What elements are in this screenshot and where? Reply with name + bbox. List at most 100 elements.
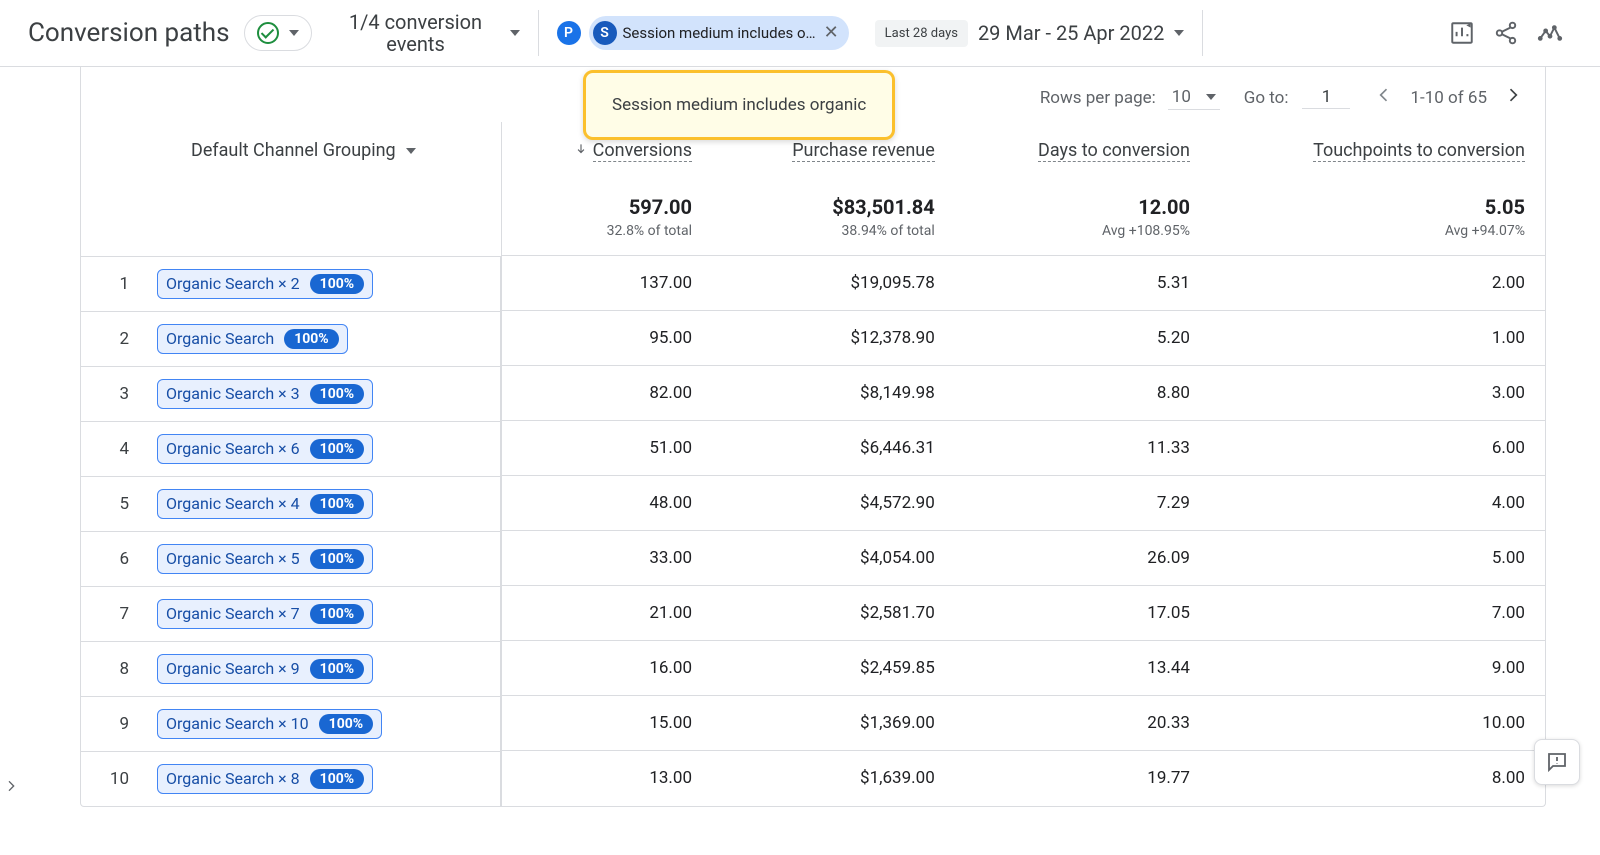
path-chip[interactable]: Organic Search × 9 100%: [157, 654, 373, 684]
toolbar-actions: [1440, 11, 1572, 55]
cell-touchpoints: 7.00: [1210, 586, 1545, 641]
path-label: Organic Search × 4: [166, 494, 300, 513]
pagination: 1-10 of 65: [1374, 85, 1523, 110]
path-chip[interactable]: Organic Search × 10100%: [157, 709, 382, 739]
table-row[interactable]: 6Organic Search × 5100%33.00$4,054.0026.…: [81, 531, 1545, 586]
cell-conversions: 82.00: [502, 366, 713, 421]
badge-p[interactable]: P: [557, 21, 581, 45]
row-number: 7: [101, 604, 129, 624]
cell-revenue: $8,149.98: [712, 366, 955, 421]
rows-per-page-group[interactable]: Rows per page: 10: [1040, 85, 1220, 110]
pct-badge: 100%: [310, 659, 364, 679]
cell-days: 8.80: [955, 366, 1210, 421]
path-chip[interactable]: Organic Search100%: [157, 324, 348, 354]
cell-days: 7.29: [955, 476, 1210, 531]
table-row[interactable]: 1Organic Search × 2100%137.00$19,095.785…: [81, 256, 1545, 311]
pct-badge: 100%: [310, 769, 364, 789]
cell-conversions: 13.00: [502, 751, 713, 806]
prev-page-button[interactable]: [1374, 85, 1394, 110]
row-number: 3: [101, 384, 129, 404]
check-circle-icon: [257, 22, 279, 44]
table-row[interactable]: 4Organic Search × 6100%51.00$6,446.3111.…: [81, 421, 1545, 476]
pct-badge: 100%: [284, 329, 338, 349]
vertical-separator: [1202, 10, 1203, 56]
total-revenue: $83,501.84: [732, 195, 935, 219]
path-chip[interactable]: Organic Search × 6100%: [157, 434, 373, 464]
filter-tooltip: Session medium includes organic: [583, 70, 895, 140]
total-days: 12.00: [975, 195, 1190, 219]
cell-conversions: 16.00: [502, 641, 713, 696]
feedback-button[interactable]: [1534, 739, 1580, 785]
cell-touchpoints: 5.00: [1210, 531, 1545, 586]
page-range-text: 1-10 of 65: [1410, 88, 1487, 108]
table-row[interactable]: 2Organic Search100%95.00$12,378.905.201.…: [81, 311, 1545, 366]
pct-badge: 100%: [310, 494, 364, 514]
goto-input[interactable]: [1302, 86, 1350, 109]
share-icon[interactable]: [1484, 11, 1528, 55]
cell-days: 20.33: [955, 696, 1210, 751]
table-row[interactable]: 10Organic Search × 8100%13.00$1,639.0019…: [81, 751, 1545, 806]
cell-conversions: 51.00: [502, 421, 713, 476]
panel-expand-button[interactable]: [3, 776, 19, 800]
path-label: Organic Search × 3: [166, 384, 300, 403]
badge-s-icon: S: [593, 21, 617, 45]
path-chip[interactable]: Organic Search × 2100%: [157, 269, 373, 299]
rows-per-page-select[interactable]: 10: [1168, 85, 1220, 110]
dimension-label: Default Channel Grouping: [191, 140, 396, 161]
col-dimension[interactable]: Default Channel Grouping: [81, 122, 502, 179]
cell-days: 11.33: [955, 421, 1210, 476]
cell-conversions: 33.00: [502, 531, 713, 586]
col-revenue-label: Purchase revenue: [792, 140, 935, 162]
conversion-paths-table: Default Channel Grouping Conversions Pur…: [81, 122, 1545, 806]
table-row[interactable]: 7Organic Search × 7100%21.00$2,581.7017.…: [81, 586, 1545, 641]
path-label: Organic Search × 7: [166, 604, 300, 623]
explore-icon[interactable]: [1528, 11, 1572, 55]
path-label: Organic Search × 5: [166, 549, 300, 568]
next-page-button[interactable]: [1503, 85, 1523, 110]
filter-chip[interactable]: S Session medium includes o… ✕: [589, 16, 849, 50]
row-number: 8: [101, 659, 129, 679]
row-number: 6: [101, 549, 129, 569]
date-range-select[interactable]: Last 28 days 29 Mar - 25 Apr 2022: [875, 20, 1185, 47]
table-row[interactable]: 5Organic Search × 4100%48.00$4,572.907.2…: [81, 476, 1545, 531]
insights-icon[interactable]: [1440, 11, 1484, 55]
table-row[interactable]: 8Organic Search × 9100%16.00$2,459.8513.…: [81, 641, 1545, 696]
path-label: Organic Search × 9: [166, 659, 300, 678]
col-conversions-label: Conversions: [593, 140, 692, 162]
goto-group[interactable]: Go to:: [1244, 86, 1351, 109]
caret-down-icon: [1174, 30, 1184, 36]
total-conversions: 597.00: [522, 195, 692, 219]
cell-revenue: $1,639.00: [712, 751, 955, 806]
path-label: Organic Search × 6: [166, 439, 300, 458]
cell-conversions: 15.00: [502, 696, 713, 751]
caret-down-icon: [289, 30, 299, 36]
row-number: 10: [101, 769, 129, 789]
goto-label: Go to:: [1244, 88, 1289, 108]
table-row[interactable]: 9Organic Search × 10100%15.00$1,369.0020…: [81, 696, 1545, 751]
row-number: 9: [101, 714, 129, 734]
col-days-label: Days to conversion: [1038, 140, 1190, 162]
cell-touchpoints: 1.00: [1210, 311, 1545, 366]
date-preset-badge: Last 28 days: [875, 20, 968, 47]
table-row[interactable]: 3 Organic Search × 3 100% 82.00$8,149.988.8…: [81, 366, 1545, 421]
caret-down-icon: [406, 148, 416, 154]
cell-conversions: 95.00: [502, 311, 713, 366]
path-chip[interactable]: Organic Search × 4 100%: [157, 489, 373, 519]
path-chip[interactable]: Organic Search × 7100%: [157, 599, 373, 629]
close-icon[interactable]: ✕: [822, 22, 841, 44]
path-chip[interactable]: Organic Search × 8100%: [157, 764, 373, 794]
conversion-events-select[interactable]: 1/4 conversion events: [336, 11, 520, 55]
col-days-to-conversion[interactable]: Days to conversion: [955, 122, 1210, 179]
cell-touchpoints: 9.00: [1210, 641, 1545, 696]
cell-touchpoints: 4.00: [1210, 476, 1545, 531]
filter-chip-text: Session medium includes o…: [623, 24, 816, 42]
path-label: Organic Search × 2: [166, 274, 300, 293]
path-chip[interactable]: Organic Search × 5100%: [157, 544, 373, 574]
status-pill[interactable]: [244, 15, 312, 51]
path-chip[interactable]: Organic Search × 3 100%: [157, 379, 373, 409]
row-number: 5: [101, 494, 129, 514]
pct-badge: 100%: [310, 384, 364, 404]
cell-touchpoints: 6.00: [1210, 421, 1545, 476]
col-touchpoints[interactable]: Touchpoints to conversion: [1210, 122, 1545, 179]
cell-touchpoints: 10.00: [1210, 696, 1545, 751]
